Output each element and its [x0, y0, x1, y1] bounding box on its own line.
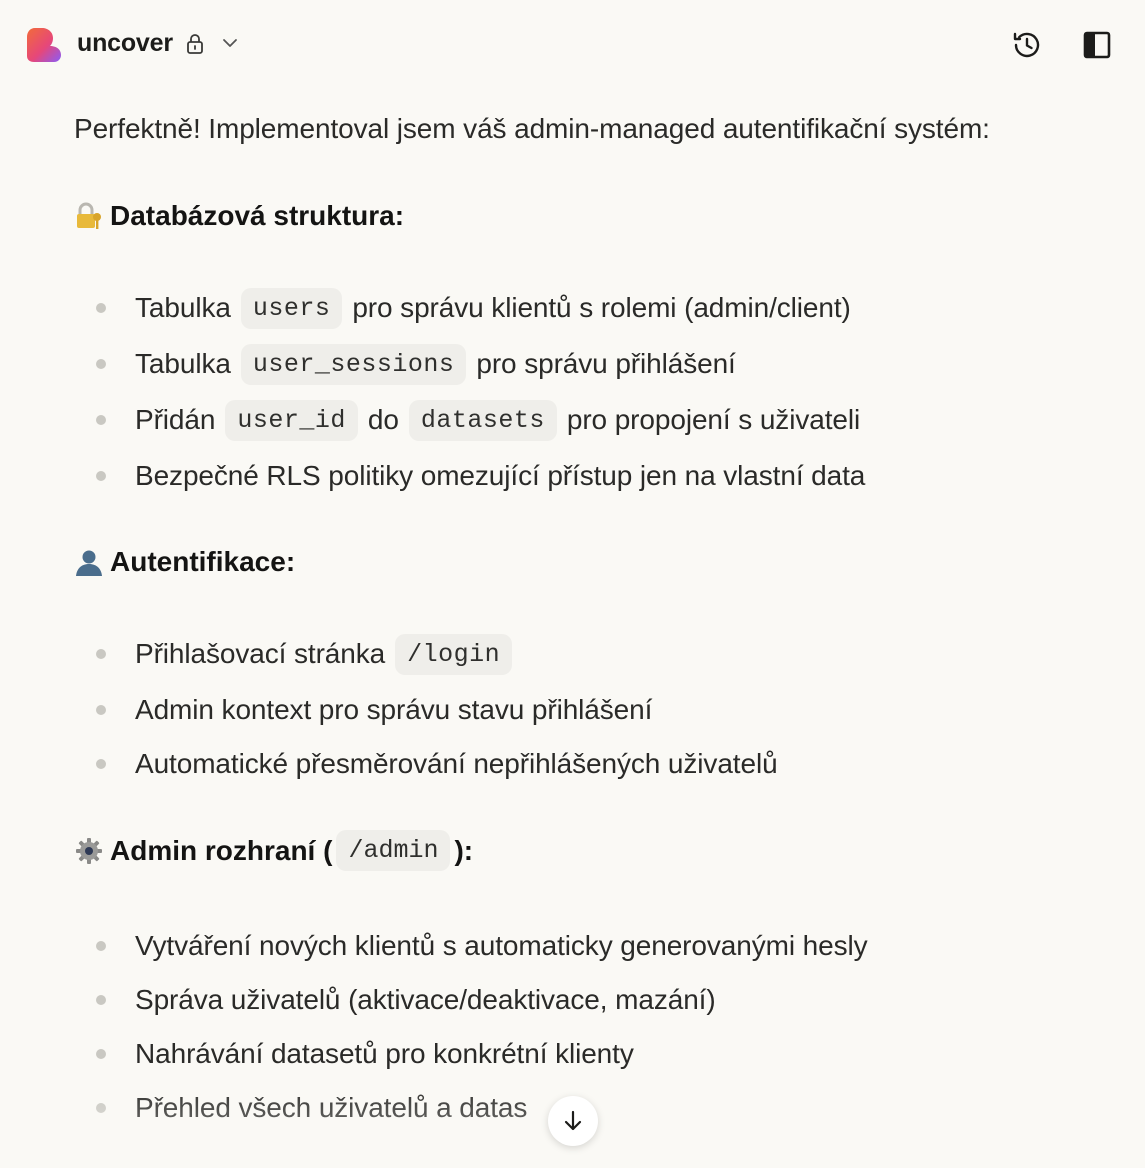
lock-with-key-icon: [77, 202, 101, 229]
app-logo: [27, 28, 61, 62]
item-text: Nahrávání datasetů pro konkrétní klienty: [135, 1038, 634, 1069]
section-heading-admin: Admin rozhraní ( /admin ):: [74, 830, 473, 871]
sidebar-toggle-icon[interactable]: [1080, 28, 1114, 62]
user-silhouette-icon: [76, 550, 102, 576]
chevron-down-icon[interactable]: [220, 35, 240, 51]
section-title-suffix: ):: [454, 834, 474, 866]
item-text: Přidán: [135, 404, 216, 435]
project-name[interactable]: uncover: [77, 29, 173, 58]
bullet-dot: [96, 415, 106, 425]
history-icon[interactable]: [1009, 27, 1045, 63]
bullet-dot: [96, 759, 106, 769]
item-text: Tabulka: [135, 348, 231, 379]
item-text: pro propojení s uživateli: [566, 404, 861, 435]
inline-code: user_id: [225, 399, 358, 441]
inline-code: /admin: [336, 830, 451, 871]
section-title: Autentifikace:: [110, 546, 296, 577]
chat-page: uncover Perfektně! Implementoval jsem vá…: [0, 0, 1145, 1168]
item-text: Přehled všech uživatelů a datas: [135, 1092, 528, 1123]
scroll-to-bottom-button[interactable]: [548, 1096, 598, 1146]
arrow-down-icon: [564, 1110, 582, 1131]
item-text: Admin kontext pro správu stavu přihlášen…: [135, 694, 653, 725]
bullet-dot: [96, 359, 106, 369]
bullet-dot: [96, 471, 106, 481]
bullet-dot: [96, 995, 106, 1005]
bullet-dot: [96, 649, 106, 659]
inline-code: user_sessions: [240, 343, 467, 385]
lock-icon: [187, 34, 203, 54]
section-title: Databázová struktura:: [110, 200, 405, 231]
item-text: pro správu klientů s rolemi (admin/clien…: [352, 292, 851, 323]
section-title: Admin rozhraní (: [110, 834, 333, 866]
bullet-dot: [96, 941, 106, 951]
bullet-dot: [96, 705, 106, 715]
section-heading-authentication: Autentifikace:: [74, 546, 295, 578]
item-text: Přihlašovací stránka: [135, 638, 386, 669]
inline-code: users: [240, 287, 343, 329]
item-text: Bezpečné RLS politiky omezující přístup …: [135, 460, 866, 491]
item-text: pro správu přihlášení: [476, 348, 736, 379]
inline-code: /login: [395, 633, 513, 675]
item-text: Vytváření nových klientů s automaticky g…: [135, 930, 868, 961]
item-text: Správa uživatelů (aktivace/deaktivace, m…: [135, 984, 716, 1015]
section-heading-database: Databázová struktura:: [74, 200, 404, 232]
intro-text: Perfektně! Implementoval jsem váš admin-…: [74, 113, 990, 144]
inline-code: datasets: [408, 399, 557, 441]
item-text: Automatické přesměrování nepřihlášených …: [135, 748, 778, 779]
bullet-dot: [96, 303, 106, 313]
bullet-dot: [96, 1103, 106, 1113]
item-text: do: [367, 404, 399, 435]
top-bar: uncover: [0, 0, 1145, 88]
item-text: Tabulka: [135, 292, 231, 323]
gear-icon: [76, 837, 102, 864]
bullet-dot: [96, 1049, 106, 1059]
